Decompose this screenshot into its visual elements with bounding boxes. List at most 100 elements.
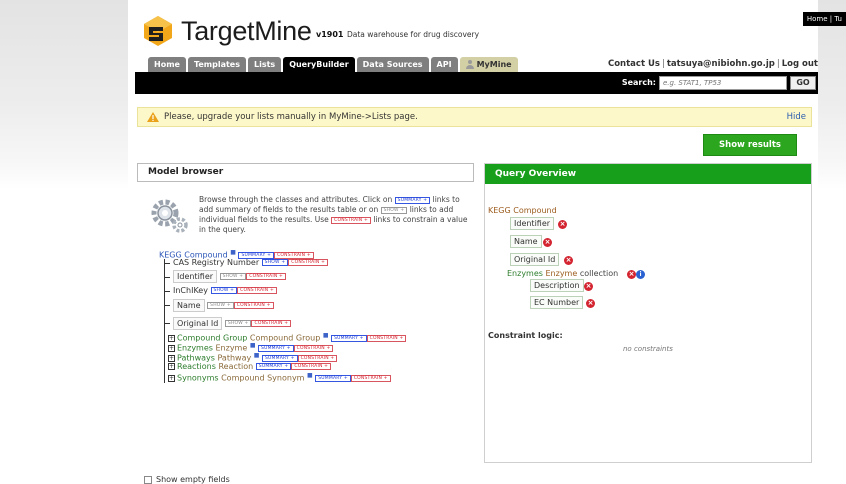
- constrain-button[interactable]: CONSTRAIN +: [293, 344, 334, 352]
- remove-field-icon[interactable]: ×: [543, 238, 552, 247]
- targetmine-logo-icon: [144, 16, 172, 46]
- tab-lists[interactable]: Lists: [248, 57, 282, 72]
- info-icon[interactable]: i: [636, 270, 645, 279]
- browse-help-text: Browse through the classes and attribute…: [199, 195, 468, 234]
- expand-icon[interactable]: +: [168, 363, 175, 370]
- tab-home[interactable]: Home: [148, 57, 186, 72]
- attribute-label: Identifier: [173, 270, 218, 283]
- user-email[interactable]: tatsuya@nibiohn.go.jp: [667, 59, 775, 69]
- show-empty-fields-toggle[interactable]: Show empty fields: [144, 475, 230, 484]
- warning-banner: Please, upgrade your lists manually in M…: [137, 107, 812, 127]
- user-icon: [465, 60, 474, 69]
- tree-collection-row: + Synonyms Compound Synonym ■ SUMMARY + CO…: [168, 372, 391, 383]
- remove-collection-icon[interactable]: ×: [627, 270, 636, 279]
- tab-querybuilder[interactable]: QueryBuilder: [283, 57, 355, 72]
- remove-field-icon[interactable]: ×: [564, 256, 573, 265]
- attribute-label: InChIKey: [173, 286, 208, 295]
- query-field[interactable]: Identifier: [510, 217, 555, 230]
- summary-button[interactable]: SUMMARY +: [255, 363, 292, 370]
- brand-version: v1901: [316, 30, 344, 39]
- constrain-button[interactable]: CONSTRAIN +: [297, 354, 338, 362]
- show-empty-checkbox[interactable]: [144, 475, 152, 484]
- constrain-button[interactable]: CONSTRAIN +: [366, 334, 407, 342]
- summary-badge-example: SUMMARY +: [394, 196, 431, 204]
- attribute-label: CAS Registry Number: [173, 258, 260, 267]
- summary-button[interactable]: SUMMARY +: [262, 354, 298, 362]
- warning-text: Please, upgrade your lists manually in M…: [164, 112, 418, 122]
- search-go-button[interactable]: GO: [790, 76, 816, 90]
- constrain-badge-example: CONSTRAIN +: [331, 216, 371, 224]
- query-collection: Enzymes Enzyme collection: [507, 269, 618, 278]
- remove-field-icon[interactable]: ×: [584, 282, 593, 291]
- collection-name[interactable]: Reactions: [177, 362, 216, 371]
- collection-name: Enzymes: [507, 269, 543, 278]
- tab-data-sources[interactable]: Data Sources: [356, 57, 429, 72]
- constrain-button[interactable]: CONSTRAIN +: [350, 374, 391, 382]
- user-bar: Contact Us | tatsuya@nibiohn.go.jp | Log out: [607, 59, 818, 69]
- contact-us-link[interactable]: Contact Us: [608, 59, 660, 69]
- info-icon[interactable]: ■: [230, 249, 236, 256]
- remove-field-icon[interactable]: ×: [586, 299, 595, 308]
- constrain-button[interactable]: CONSTRAIN +: [237, 287, 277, 294]
- collection-type: Enzyme: [545, 269, 578, 278]
- corner-nav-text[interactable]: Home | Tu: [807, 15, 842, 23]
- query-collection-field[interactable]: Description: [530, 279, 584, 292]
- cogs-icon: [151, 199, 188, 233]
- search-label: Search:: [621, 78, 656, 87]
- constrain-button[interactable]: CONSTRAIN +: [288, 259, 329, 266]
- tab-templates[interactable]: Templates: [187, 57, 246, 72]
- attribute-label: Name: [173, 299, 205, 312]
- show-button[interactable]: SHOW +: [210, 287, 238, 294]
- summary-button[interactable]: SUMMARY +: [315, 374, 351, 382]
- constrain-button[interactable]: CONSTRAIN +: [251, 320, 292, 327]
- model-browser-title: Model browser: [137, 163, 474, 182]
- show-button[interactable]: SHOW +: [219, 273, 247, 280]
- no-constraints-text: no constraints: [623, 345, 673, 353]
- tree-tick: [164, 263, 170, 264]
- collection-name[interactable]: Synonyms: [177, 374, 219, 383]
- info-icon[interactable]: ■: [250, 342, 256, 349]
- constrain-button[interactable]: CONSTRAIN +: [233, 302, 274, 309]
- tab-mymine[interactable]: MyMine: [459, 57, 518, 72]
- expand-icon[interactable]: +: [168, 354, 175, 362]
- corner-nav-links[interactable]: Home | Tu: [802, 12, 846, 26]
- query-overview-title: Query Overview: [485, 164, 811, 184]
- expand-icon[interactable]: +: [168, 344, 175, 352]
- show-button[interactable]: SHOW +: [207, 302, 234, 309]
- search-bar: Search: GO: [135, 72, 818, 94]
- warning-icon: [147, 112, 159, 122]
- query-root-class: KEGG Compound: [488, 206, 557, 215]
- remove-field-icon[interactable]: ×: [558, 220, 567, 229]
- tree-tick: [164, 277, 170, 278]
- constrain-button[interactable]: CONSTRAIN +: [291, 363, 332, 370]
- summary-button[interactable]: SUMMARY +: [331, 334, 367, 342]
- logout-link[interactable]: Log out: [782, 59, 818, 69]
- collection-type: Reaction: [218, 362, 254, 371]
- expand-icon[interactable]: +: [168, 334, 175, 342]
- attribute-label: Original Id: [173, 317, 223, 330]
- query-field[interactable]: Name: [510, 235, 542, 248]
- show-button[interactable]: SHOW +: [224, 320, 252, 327]
- info-icon[interactable]: ■: [254, 352, 260, 359]
- tree-tick: [164, 291, 170, 292]
- brand-title: TargetMine: [181, 16, 312, 46]
- brand-tagline: Data warehouse for drug discovery: [347, 30, 480, 39]
- query-overview-panel: Query Overview KEGG Compound Identifier …: [484, 163, 812, 463]
- collection-type: Compound Synonym: [221, 373, 305, 383]
- search-input[interactable]: [659, 76, 787, 90]
- query-field[interactable]: Original Id: [510, 253, 560, 266]
- tree-collection-row: + Reactions Reaction SUMMARY + CONSTRAIN +: [168, 362, 332, 371]
- summary-button[interactable]: SUMMARY +: [258, 344, 294, 352]
- tree-attribute-row: InChIKey SHOW + CONSTRAIN +: [173, 286, 277, 295]
- query-collection-field[interactable]: EC Number: [530, 296, 584, 309]
- info-icon[interactable]: ■: [323, 332, 329, 339]
- constrain-button[interactable]: CONSTRAIN +: [246, 273, 287, 280]
- hide-warning-link[interactable]: Hide: [787, 112, 806, 122]
- model-browser-panel: Model browser Browse through the classes…: [137, 163, 474, 463]
- show-empty-label: Show empty fields: [156, 475, 230, 484]
- expand-icon[interactable]: +: [168, 374, 175, 382]
- show-button[interactable]: SHOW +: [261, 259, 289, 266]
- show-results-button[interactable]: Show results: [703, 134, 797, 156]
- tab-api[interactable]: API: [430, 57, 458, 72]
- info-icon[interactable]: ■: [307, 372, 313, 379]
